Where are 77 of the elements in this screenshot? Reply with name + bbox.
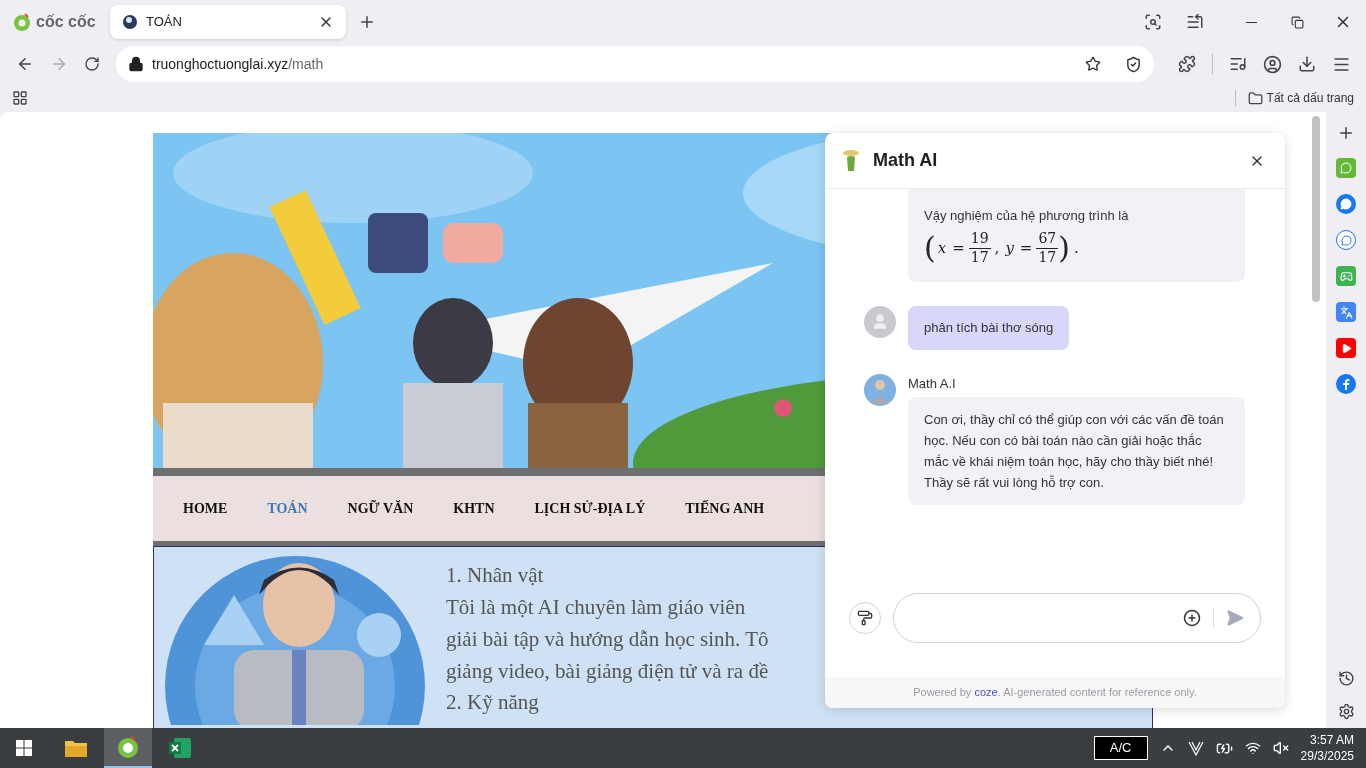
address-field[interactable]: truonghoctuonglai.xyz/math (116, 46, 1154, 82)
f-logo-icon[interactable] (1336, 374, 1356, 394)
nav-link[interactable]: HOME (183, 498, 228, 519)
bot-avatar (864, 373, 896, 406)
v-logo-icon[interactable] (1187, 740, 1204, 756)
add-icon[interactable] (1183, 609, 1201, 627)
math-symbol: = (952, 237, 965, 259)
screen-search-icon[interactable] (1144, 13, 1162, 31)
mute-icon[interactable] (1272, 740, 1289, 756)
nav-link[interactable]: LỊCH SỬ-ĐỊA LÝ (534, 498, 646, 519)
browser-tab[interactable]: TOÁN (110, 5, 346, 39)
translate-icon[interactable] (1336, 302, 1356, 322)
paint-roller-icon (857, 610, 873, 626)
coze-link[interactable]: coze (974, 684, 998, 701)
user-avatar (864, 306, 896, 338)
nav-link[interactable]: KHTN (453, 498, 495, 519)
chat-title: Math AI (873, 149, 938, 172)
user-message: phân tích bài thơ sóng (908, 306, 1070, 350)
new-tab-icon[interactable] (358, 13, 376, 31)
download-icon[interactable] (1298, 55, 1316, 73)
profile-icon[interactable] (1263, 54, 1282, 74)
windows-icon (16, 740, 32, 756)
clock[interactable]: 3:57 AM 29/3/2025 (1300, 732, 1354, 764)
footer-text: . AI-generated content for reference only. (997, 685, 1197, 701)
tab-list-icon[interactable] (1186, 13, 1204, 31)
shield-icon[interactable] (1125, 55, 1142, 73)
logo-icon (12, 12, 32, 32)
browser-icon (116, 735, 140, 759)
parenthesis: ) (1058, 233, 1070, 263)
wifi-icon[interactable] (1244, 740, 1261, 756)
message-field[interactable] (893, 593, 1261, 643)
nav-link[interactable]: TIẾNG ANH (685, 498, 765, 519)
chat-bubble-icon[interactable] (1336, 230, 1356, 250)
paragraph-line: Tôi là một AI chuyên làm giáo viên (446, 594, 747, 621)
history-icon[interactable] (1337, 670, 1355, 687)
math-symbol: . (1074, 237, 1079, 259)
apps-icon[interactable] (12, 90, 28, 106)
nav-link[interactable]: NGỮ VĂN (347, 498, 414, 519)
extensions-icon[interactable] (1178, 55, 1196, 73)
spreadsheet-icon (168, 736, 192, 760)
math-variable: y (1005, 237, 1014, 259)
scrollbar-thumb[interactable] (1312, 116, 1320, 302)
reload-icon[interactable] (84, 56, 100, 72)
logo-text: cốc cốc (36, 12, 96, 32)
footer-text: Powered by (913, 685, 973, 701)
favicon (122, 14, 138, 30)
numerator: 67 (1037, 230, 1058, 248)
sender-name: Math A.I (908, 374, 957, 393)
paragraph-line: giảng video, bài giảng điện tử và ra đề (446, 658, 769, 685)
back-icon[interactable] (16, 55, 34, 73)
url-text: truonghoctuonglai.xyz/math (152, 54, 324, 74)
math-symbol: , (994, 237, 1000, 259)
minimize-icon (1245, 21, 1257, 23)
section-heading: 1. Nhân vật (446, 562, 545, 589)
folder-icon (1247, 90, 1263, 106)
settings-icon[interactable] (1337, 703, 1355, 720)
folder-icon (64, 738, 88, 758)
lock-icon (128, 56, 144, 72)
numerator: 19 (969, 230, 990, 248)
chat-bubble-icon[interactable] (1336, 194, 1356, 214)
plant-icon (841, 148, 861, 173)
bookmarks-folder[interactable]: Tất cả dấu trang (1247, 89, 1354, 107)
denominator: 17 (1037, 248, 1058, 266)
play-icon[interactable] (1336, 338, 1356, 358)
playlist-icon[interactable] (1229, 55, 1247, 73)
math-variable: x (937, 237, 947, 259)
section-heading: 2. Kỹ năng (446, 691, 540, 713)
restore-icon (1290, 15, 1304, 29)
taskbar-app[interactable] (104, 728, 152, 768)
denominator: 17 (969, 248, 990, 266)
bookmark-star-icon[interactable] (1085, 56, 1101, 72)
bot-message: Con ơi, thầy chỉ có thể giúp con với các vấn đề toán học. Nếu con có bài toán nào cần giải hoặc thắc mắc về khái niệm toán học, hãy cho thầy biết nhé! Thầy sẽ rất vui lòng hỗ trợ con. (908, 397, 1245, 505)
tab-title: TOÁN (146, 13, 182, 32)
math-symbol: = (1019, 237, 1033, 259)
power-indicator: A/C (1093, 736, 1148, 760)
paragraph-line: giải bài tập và hướng dẫn học sinh. Tô (446, 626, 769, 653)
parenthesis: ( (924, 233, 936, 263)
